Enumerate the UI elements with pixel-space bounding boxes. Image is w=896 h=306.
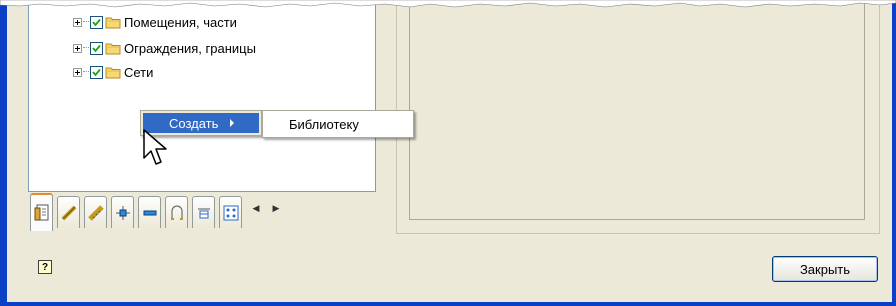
expand-icon[interactable]: [73, 67, 82, 77]
tree-panel: Помещения, части Ограждения, границы Сет…: [28, 0, 376, 192]
properties-panel: [396, 0, 880, 234]
dialog-window: Помещения, части Ограждения, границы Сет…: [0, 0, 896, 306]
wall-icon: [87, 204, 104, 221]
grid-icon: [223, 205, 238, 220]
document-icon: [34, 204, 48, 221]
submenu-arrow-icon: [230, 119, 235, 127]
submenu: Библиотеку: [262, 110, 414, 138]
scroll-left-icon[interactable]: ◀: [253, 203, 260, 214]
menu-item-library[interactable]: Библиотеку: [289, 117, 359, 132]
torn-edge: [0, 0, 896, 8]
beam-icon: [143, 210, 156, 215]
close-button[interactable]: Закрыть: [772, 256, 878, 282]
help-icon[interactable]: ?: [38, 260, 52, 274]
folder-icon: [105, 67, 121, 79]
tree-checkbox[interactable]: [90, 41, 103, 55]
tab-scroll-buttons: ◀ ▶: [246, 200, 286, 216]
window-frame-bottom: [0, 302, 896, 306]
folder-icon: [105, 43, 121, 55]
tab-window[interactable]: [192, 196, 215, 228]
tree-node-label: Сети: [124, 64, 154, 80]
door-icon: [170, 205, 183, 220]
window-frame-right: [892, 0, 896, 306]
tab-door[interactable]: [165, 196, 188, 228]
expand-icon[interactable]: [73, 43, 82, 53]
tree-node-label: Ограждения, границы: [124, 40, 256, 56]
tab-grid[interactable]: [219, 196, 242, 228]
tree-node-rooms[interactable]: Помещения, части: [73, 13, 237, 31]
scroll-right-icon[interactable]: ▶: [273, 203, 280, 214]
column-icon: [115, 205, 130, 220]
mouse-cursor-icon: [143, 129, 167, 165]
tab-beam[interactable]: [138, 196, 161, 228]
window-frame-left: [0, 0, 7, 306]
tab-ruler[interactable]: [57, 196, 80, 228]
ruler-icon: [61, 205, 76, 220]
folder-icon: [105, 17, 121, 29]
properties-area: [409, 0, 865, 220]
tree-node-walls[interactable]: Ограждения, границы: [73, 39, 256, 57]
tree-checkbox[interactable]: [90, 15, 103, 29]
tree-node-label: Помещения, части: [124, 14, 237, 30]
tree-checkbox[interactable]: [90, 65, 103, 79]
tab-wall[interactable]: [84, 196, 107, 228]
category-tab-strip: ◀ ▶: [30, 193, 390, 234]
tree-node-networks[interactable]: Сети: [73, 63, 153, 81]
expand-icon[interactable]: [73, 17, 82, 27]
tab-document[interactable]: [30, 193, 53, 231]
window-icon: [197, 208, 210, 218]
menu-item-label: Создать: [169, 115, 219, 131]
tab-column[interactable]: [111, 196, 134, 228]
